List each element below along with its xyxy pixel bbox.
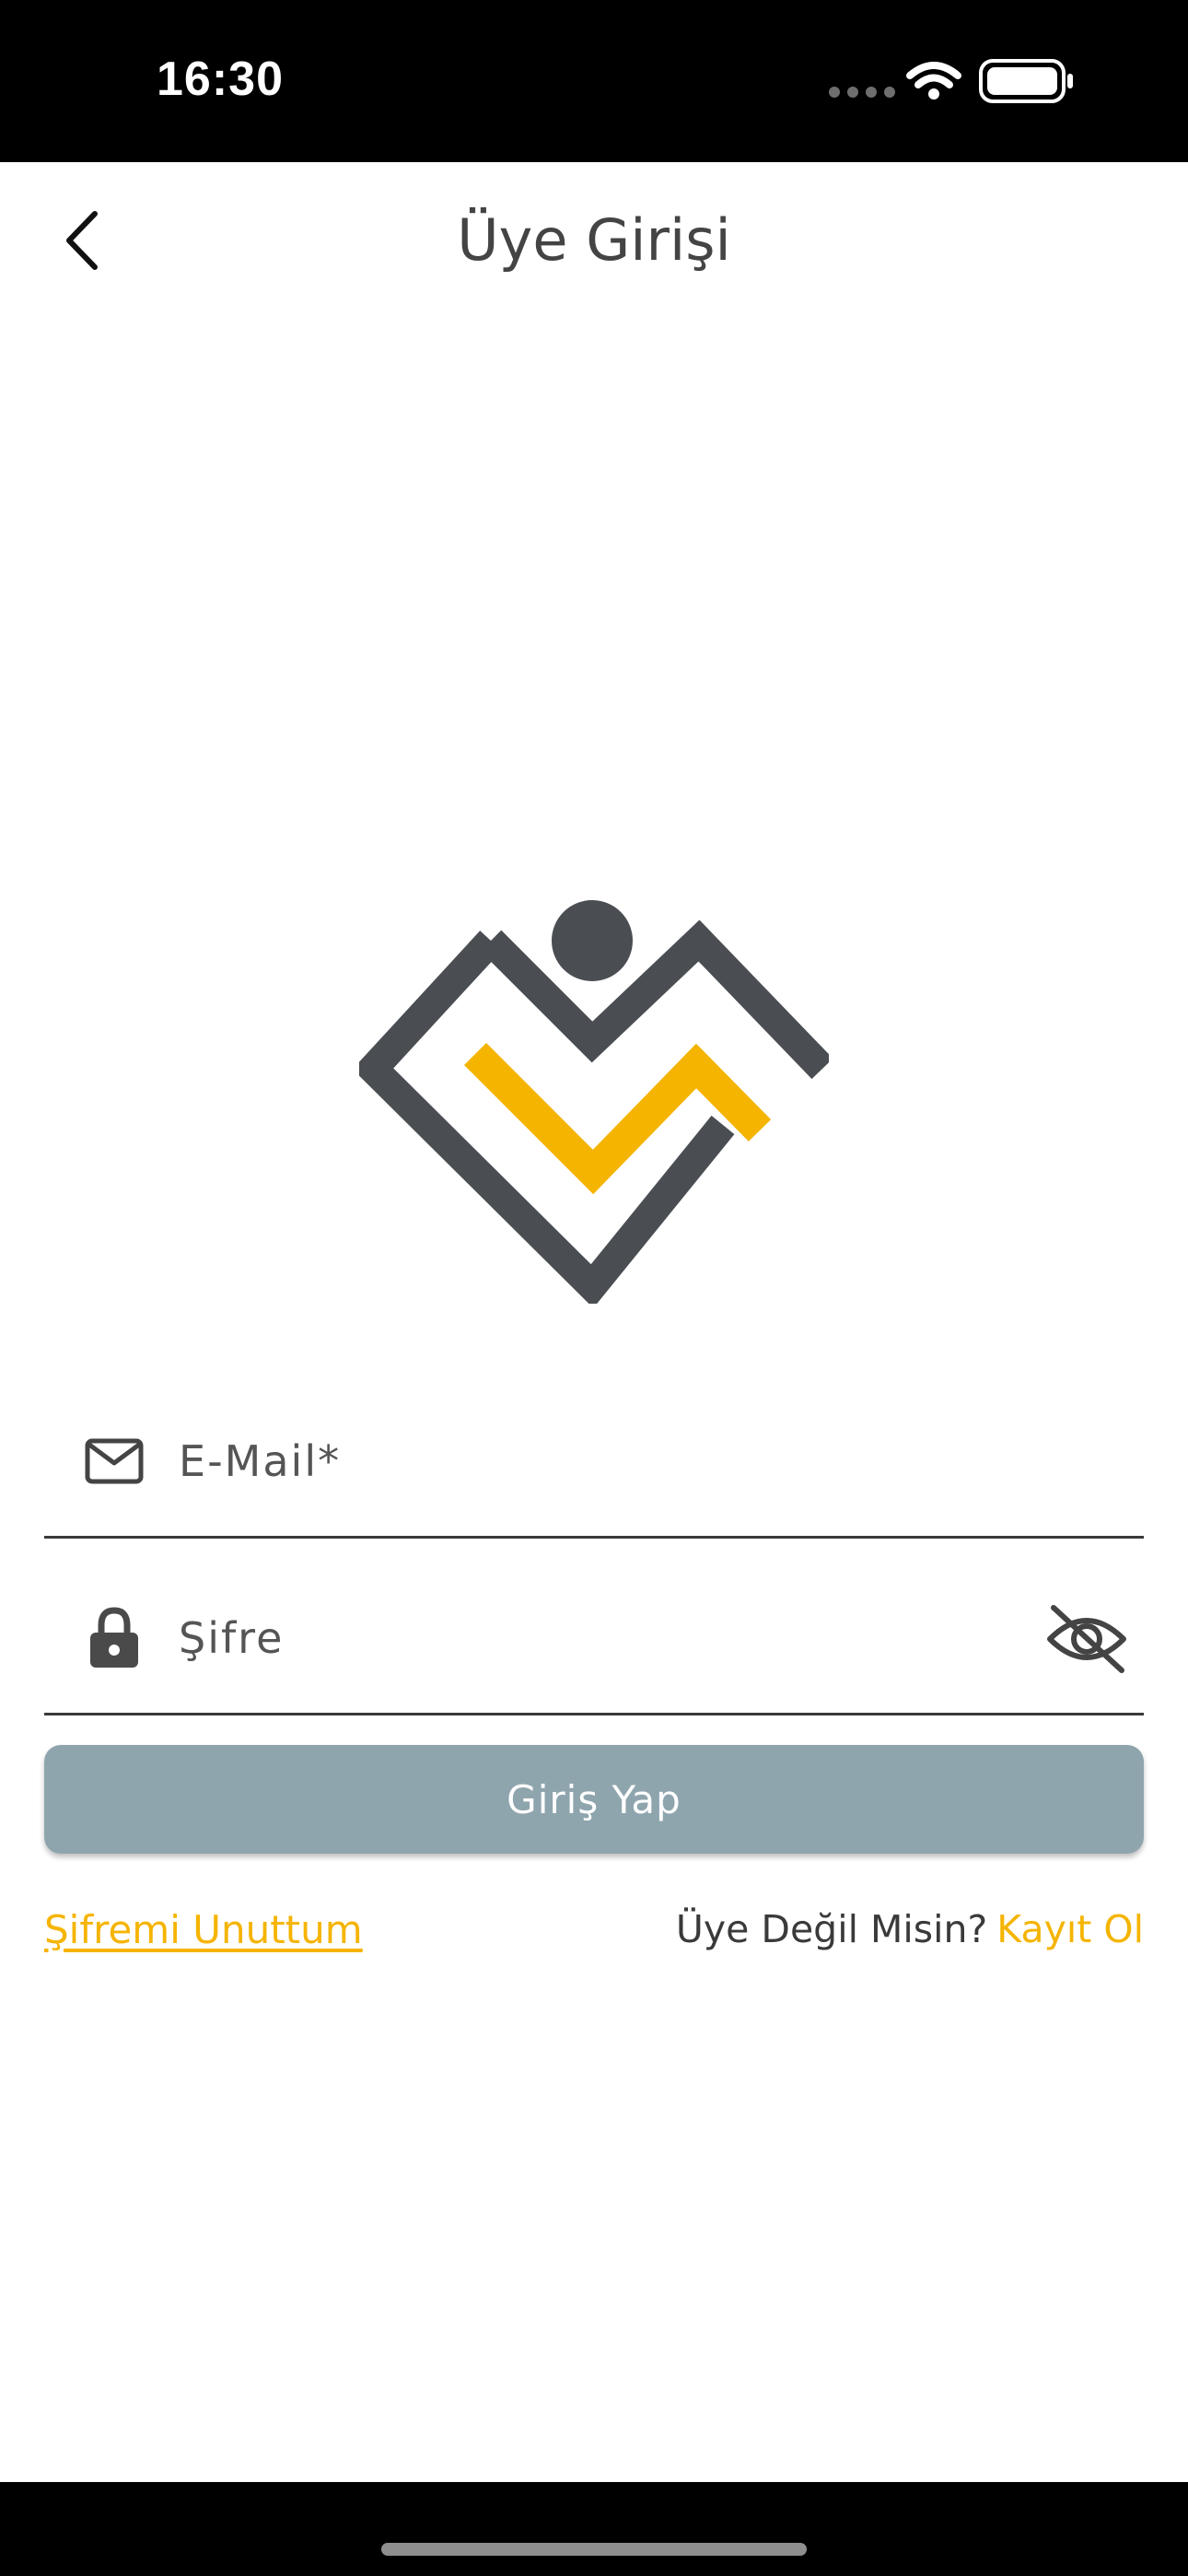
signal-dots-icon (829, 87, 895, 98)
password-field (44, 1540, 1144, 1715)
mail-icon (81, 1428, 147, 1494)
status-time: 16:30 (157, 53, 284, 106)
register-prompt: Üye Değil Misin? (675, 1907, 988, 1951)
login-button[interactable]: Giriş Yap (44, 1745, 1144, 1854)
forgot-password-link[interactable]: Şifremi Unuttum (44, 1907, 363, 1952)
wifi-icon (906, 62, 961, 100)
navigation-bar: Üye Girişi (0, 162, 1188, 319)
register-link[interactable]: Kayıt Ol (996, 1907, 1144, 1951)
eye-off-icon (1047, 1605, 1126, 1673)
register-row: Üye Değil Misin? Kayıt Ol (676, 1907, 1144, 1951)
app-logo (352, 894, 833, 1308)
home-bar (0, 2482, 1188, 2576)
battery-icon (979, 59, 1073, 103)
status-bar: 16:30 (0, 0, 1188, 162)
home-indicator[interactable] (381, 2543, 807, 2556)
email-field (44, 1364, 1144, 1539)
lock-icon (81, 1605, 147, 1671)
password-visibility-toggle[interactable] (1041, 1598, 1133, 1680)
password-input[interactable] (179, 1596, 1007, 1680)
page-title: Üye Girişi (457, 206, 731, 274)
email-input[interactable] (179, 1419, 1007, 1504)
status-icons (820, 57, 1087, 105)
